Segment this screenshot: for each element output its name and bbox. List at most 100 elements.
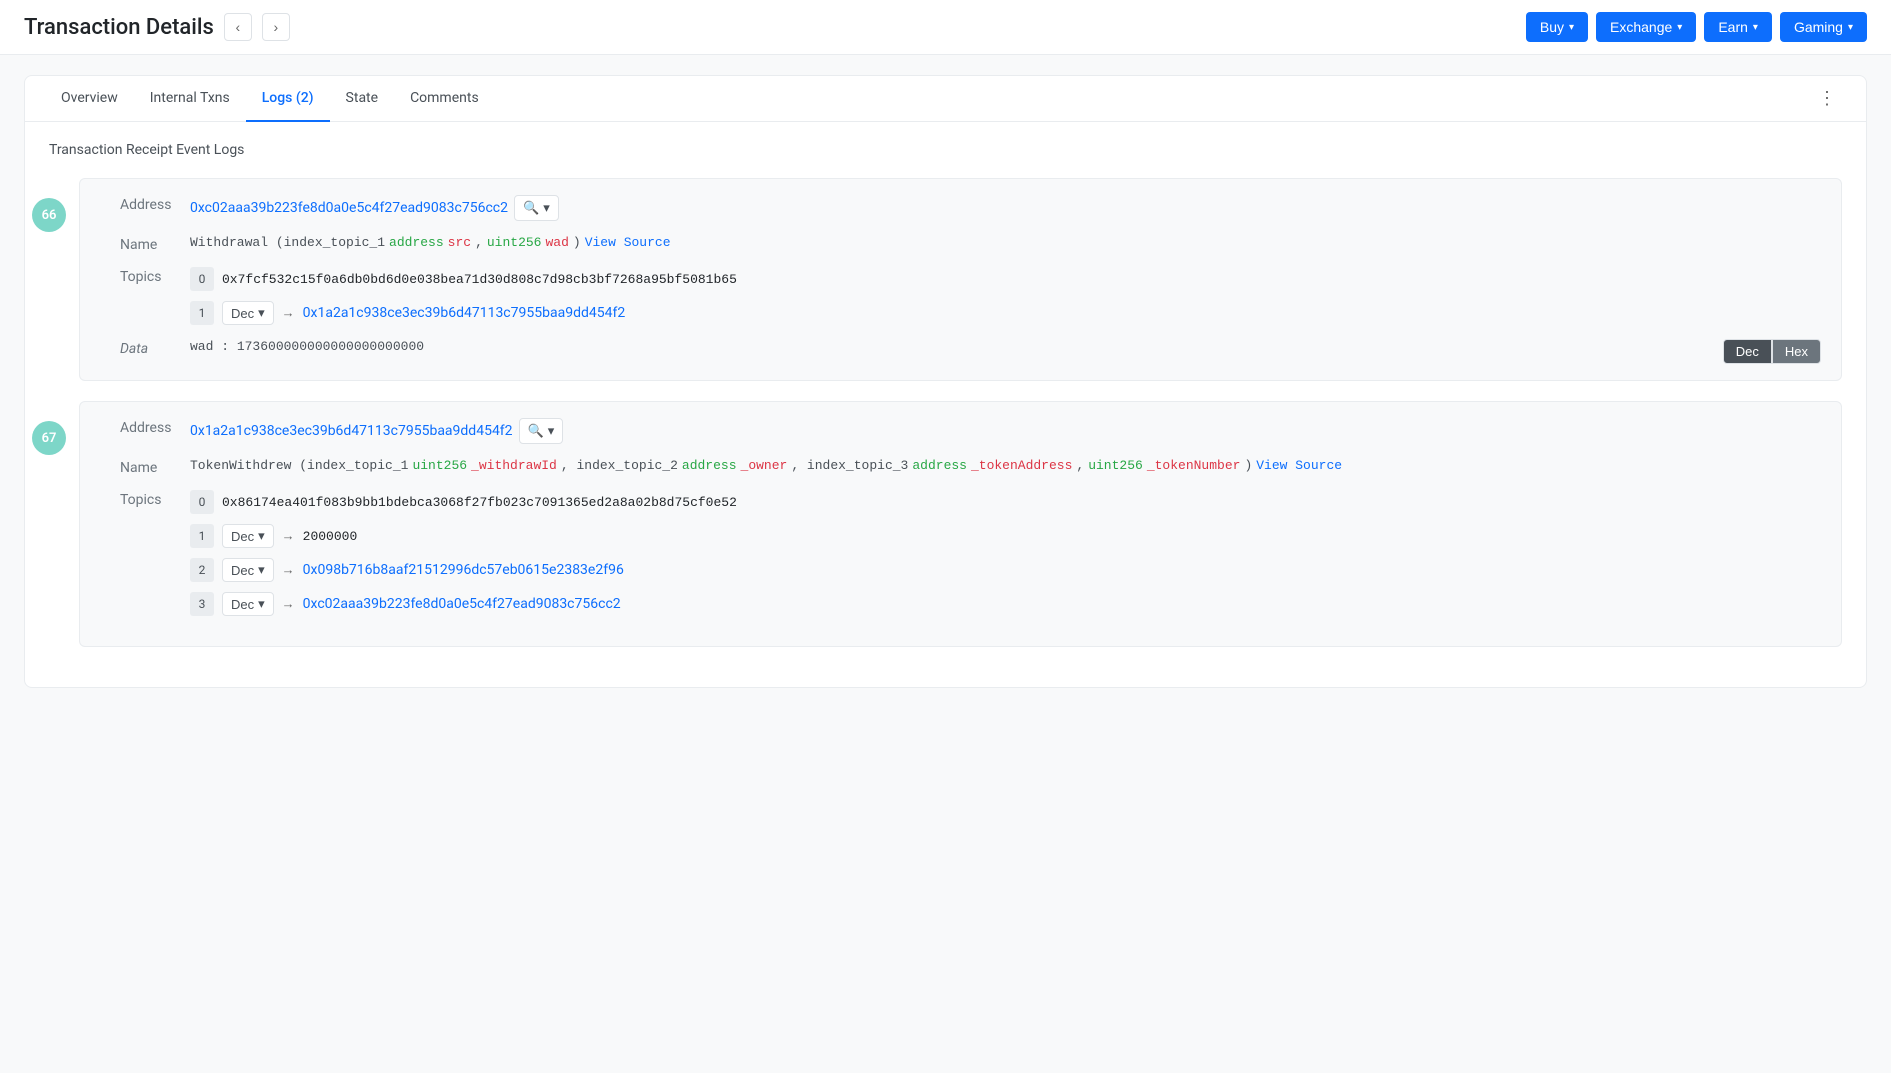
page-title: Transaction Details [24, 15, 214, 40]
log-66-topic-0-index: 0 [190, 267, 214, 291]
log-67-address-link[interactable]: 0x1a2a1c938ce3ec39b6d47113c7955baa9dd454… [190, 423, 513, 439]
log-66-address-value: 0xc02aaa39b223fe8d0a0e5c4f27ead9083c756c… [190, 195, 1821, 221]
card-body: Transaction Receipt Event Logs 66 Addres… [25, 122, 1866, 687]
log-66-hex-button[interactable]: Hex [1772, 339, 1821, 364]
log-67-dec1-chevron-icon: ▾ [258, 528, 265, 544]
log-66-data-key: wad : [190, 339, 237, 354]
log-66-data-label: Data [120, 339, 190, 357]
main-content: Overview Internal Txns Logs (2) State Co… [0, 55, 1891, 708]
tab-state[interactable]: State [330, 76, 395, 122]
log-67-topics-value: 0 0x86174ea401f083b9bb1bdebca3068f27fb02… [190, 490, 1821, 616]
log-66-name-row: Name Withdrawal (index_topic_1 address s… [120, 235, 1821, 253]
log-67-param3-type: address [912, 458, 967, 473]
log-66-topics-row: Topics 0 0x7fcf532c15f0a6db0bd6d0e038bea… [120, 267, 1821, 325]
log-67-name-prefix: TokenWithdrew (index_topic_1 [190, 458, 408, 473]
gaming-chevron-icon: ▾ [1848, 22, 1853, 33]
log-66-param1-type: address [389, 235, 444, 250]
log-66-param2-name: wad [545, 235, 568, 250]
log-66-param1-name: src [448, 235, 471, 250]
nav-prev-button[interactable]: ‹ [224, 13, 252, 41]
search-chevron-icon-2: ▾ [548, 423, 555, 439]
log-66-name-label: Name [120, 235, 190, 253]
log-67-topic-2-dec-button[interactable]: Dec ▾ [222, 558, 274, 582]
log-67-topic-2-link[interactable]: 0x098b716b8aaf21512996dc57eb0615e2383e2f… [303, 562, 624, 578]
log-67-topic-1-value: 2000000 [303, 529, 358, 544]
log-66-dec-button[interactable]: Dec [1723, 339, 1772, 364]
log-67-topics-list: 0 0x86174ea401f083b9bb1bdebca3068f27fb02… [190, 490, 737, 616]
log-67-address-row: Address 0x1a2a1c938ce3ec39b6d47113c7955b… [120, 418, 1821, 444]
log-67-dec2-chevron-icon: ▾ [258, 562, 265, 578]
log-67-param1-type: uint256 [412, 458, 467, 473]
log-67-topic-0-index: 0 [190, 490, 214, 514]
log-entry-66: 66 Address 0xc02aaa39b223fe8d0a0e5c4f27e… [49, 178, 1842, 381]
log-66-topics-list: 0 0x7fcf532c15f0a6db0bd6d0e038bea71d30d8… [190, 267, 737, 325]
buy-button[interactable]: Buy ▾ [1526, 12, 1588, 42]
log-67-topic-3-dec-button[interactable]: Dec ▾ [222, 592, 274, 616]
log-66-data-value: wad : 173600000000000000000000 [190, 339, 1723, 354]
log-66-address-link[interactable]: 0xc02aaa39b223fe8d0a0e5c4f27ead9083c756c… [190, 200, 508, 216]
tab-more-icon[interactable]: ⋮ [1808, 78, 1846, 119]
log-66-name-prefix: Withdrawal (index_topic_1 [190, 235, 385, 250]
log-66-topic-1-index: 1 [190, 301, 214, 325]
log-66-topic-1-link[interactable]: 0x1a2a1c938ce3ec39b6d47113c7955baa9dd454… [303, 305, 626, 321]
search-icon: 🔍 [523, 200, 539, 216]
log-67-topic-1-arrow: → [282, 528, 295, 544]
log-67-view-source-link[interactable]: View Source [1256, 458, 1342, 473]
log-67-param4-name: _tokenNumber [1147, 458, 1241, 473]
log-67-topics-row: Topics 0 0x86174ea401f083b9bb1bdebca3068… [120, 490, 1821, 616]
top-bar-left: Transaction Details ‹ › [24, 13, 290, 41]
log-66-topic-1-dec-button[interactable]: Dec ▾ [222, 301, 274, 325]
log-67-address-value: 0x1a2a1c938ce3ec39b6d47113c7955baa9dd454… [190, 418, 1821, 444]
log-66-topics-value: 0 0x7fcf532c15f0a6db0bd6d0e038bea71d30d8… [190, 267, 1821, 325]
earn-chevron-icon: ▾ [1753, 22, 1758, 33]
log-67-topic-2-arrow: → [282, 562, 295, 578]
log-67-sep3: , [1076, 458, 1084, 473]
dec-chevron-icon: ▾ [258, 305, 265, 321]
log-67-param2-type: address [682, 458, 737, 473]
log-67-name-row: Name TokenWithdrew (index_topic_1 uint25… [120, 458, 1821, 476]
tab-comments[interactable]: Comments [394, 76, 495, 122]
tab-logs[interactable]: Logs (2) [246, 76, 330, 122]
log-66-param2-type: uint256 [487, 235, 542, 250]
log-67-param2-name: _owner [741, 458, 788, 473]
earn-button[interactable]: Earn ▾ [1704, 12, 1772, 42]
tab-overview[interactable]: Overview [45, 76, 134, 122]
log-67-topics-label: Topics [120, 490, 190, 508]
log-66-address-row: Address 0xc02aaa39b223fe8d0a0e5c4f27ead9… [120, 195, 1821, 221]
log-67-param4-type: uint256 [1088, 458, 1143, 473]
log-67-name-value: TokenWithdrew (index_topic_1 uint256 _wi… [190, 458, 1821, 473]
log-66-topic-1-arrow: → [282, 305, 295, 321]
log-67-topic-0-hash: 0x86174ea401f083b9bb1bdebca3068f27fb023c… [222, 495, 737, 510]
log-66-address-label: Address [120, 195, 190, 213]
main-card: Overview Internal Txns Logs (2) State Co… [24, 75, 1867, 688]
log-66-search-button[interactable]: 🔍 ▾ [514, 195, 559, 221]
log-entry-67: 67 Address 0x1a2a1c938ce3ec39b6d47113c79… [49, 401, 1842, 647]
log-67-name-label: Name [120, 458, 190, 476]
log-66-view-source-link[interactable]: View Source [585, 235, 671, 250]
exchange-button[interactable]: Exchange ▾ [1596, 12, 1696, 42]
log-66-topic-0-hash: 0x7fcf532c15f0a6db0bd6d0e038bea71d30d808… [222, 272, 737, 287]
log-66-name-content: Withdrawal (index_topic_1 address src , … [190, 235, 671, 250]
log-67-topic-2-row: 2 Dec ▾ → 0x098b716b8aaf21512996dc57eb06… [190, 558, 737, 582]
log-block-67: Address 0x1a2a1c938ce3ec39b6d47113c7955b… [79, 401, 1842, 647]
log-67-topic-1-dec-button[interactable]: Dec ▾ [222, 524, 274, 548]
log-67-name-content: TokenWithdrew (index_topic_1 uint256 _wi… [190, 458, 1342, 473]
log-67-param1-name: _withdrawId [471, 458, 557, 473]
gaming-button[interactable]: Gaming ▾ [1780, 12, 1867, 42]
log-67-address-label: Address [120, 418, 190, 436]
log-67-topic-0-row: 0 0x86174ea401f083b9bb1bdebca3068f27fb02… [190, 490, 737, 514]
buy-chevron-icon: ▾ [1569, 22, 1574, 33]
log-66-topics-label: Topics [120, 267, 190, 285]
log-66-data-row: Data wad : 173600000000000000000000 Dec … [120, 339, 1821, 364]
log-67-param3-name: _tokenAddress [971, 458, 1072, 473]
exchange-chevron-icon: ▾ [1677, 22, 1682, 33]
log-67-topic-3-link[interactable]: 0xc02aaa39b223fe8d0a0e5c4f27ead9083c756c… [303, 596, 621, 612]
log-67-search-button[interactable]: 🔍 ▾ [519, 418, 564, 444]
log-66-data-number: 173600000000000000000000 [237, 339, 424, 354]
nav-next-button[interactable]: › [262, 13, 290, 41]
log-67-topic-2-index: 2 [190, 558, 214, 582]
tab-internal-txns[interactable]: Internal Txns [134, 76, 246, 122]
log-66-name-paren: ) [573, 235, 581, 250]
top-bar-right: Buy ▾ Exchange ▾ Earn ▾ Gaming ▾ [1526, 12, 1867, 42]
section-title: Transaction Receipt Event Logs [49, 142, 1842, 158]
